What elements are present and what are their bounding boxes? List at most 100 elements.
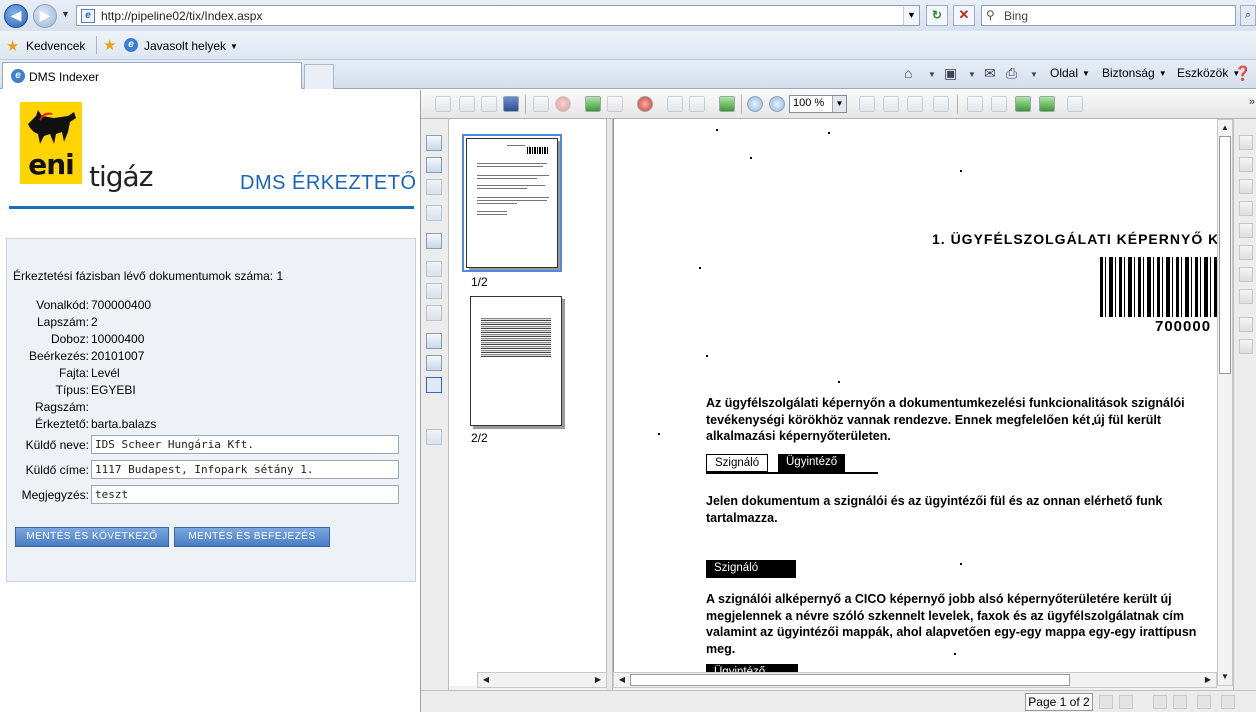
pen-icon[interactable] [1239, 179, 1253, 194]
favorites-star-icon[interactable]: ★ [6, 37, 19, 55]
approve-icon[interactable] [585, 96, 601, 112]
save-and-next-button[interactable]: MENTÉS ÉS KÖVETKEZŐ [15, 527, 169, 547]
text-view-icon[interactable] [426, 305, 442, 321]
page-layout-icon[interactable] [426, 233, 442, 249]
export-pages-icon[interactable] [426, 157, 442, 173]
select-region-icon[interactable] [426, 377, 442, 393]
address-input[interactable]: e http://pipeline02/tix/Index.aspx ▼ [76, 5, 920, 26]
rotate-icon[interactable] [689, 96, 705, 112]
redact-icon[interactable] [1239, 289, 1253, 304]
facing-icon[interactable] [1197, 695, 1211, 709]
annotate-icon[interactable] [1239, 135, 1253, 150]
field-kind: Fajta: Levél [7, 366, 407, 382]
refresh-icon[interactable]: ↻ [926, 5, 948, 26]
hand-tool-icon[interactable] [1099, 695, 1113, 709]
cut-icon[interactable] [533, 96, 549, 112]
annotation-icon[interactable] [667, 96, 683, 112]
zoom-in-icon[interactable] [747, 96, 763, 112]
cancel-icon[interactable] [637, 96, 653, 112]
field-value: 700000400 [91, 298, 152, 312]
open-icon[interactable] [459, 96, 475, 112]
feeds-icon[interactable]: ▣ [944, 65, 957, 82]
suggested-sites-link[interactable]: Javasolt helyek ▼ [144, 39, 238, 53]
back-arrow-icon[interactable]: ◀ [4, 4, 28, 28]
new-tab-button[interactable] [304, 64, 334, 89]
settings-icon[interactable] [426, 205, 442, 221]
highlight-icon[interactable] [426, 355, 442, 371]
zoom-out-icon[interactable] [769, 96, 785, 112]
single-page-icon[interactable] [1153, 695, 1167, 709]
document-info-icon[interactable] [1067, 96, 1083, 112]
delete-icon[interactable] [555, 96, 571, 112]
sender-name-row: Küldő neve: [7, 435, 407, 455]
fit-width-icon[interactable] [883, 96, 899, 112]
line-tool-icon[interactable] [1239, 245, 1253, 260]
field-value: 20101007 [91, 349, 145, 363]
stop-icon[interactable]: ✕ [953, 5, 975, 26]
stamp-icon[interactable] [607, 96, 623, 112]
thumbnail-page-2[interactable] [470, 296, 562, 426]
save-icon[interactable] [503, 96, 519, 112]
thumbnail-label: 2/2 [471, 431, 488, 445]
detail-view-icon[interactable] [426, 283, 442, 299]
thumbnail-page-1[interactable] [462, 134, 562, 272]
address-dropdown-icon[interactable]: ▼ [903, 6, 919, 25]
toolbar-overflow-icon[interactable]: » [1249, 96, 1255, 108]
print-icon[interactable]: ⎙ [1006, 65, 1017, 82]
document-viewer: 100 % ▼ » 1/2 2/2 ◀ ▶ 1. ÜGYFÉLSZOLGÁLAT… [420, 90, 1256, 712]
zoom-dropdown-icon[interactable]: ▼ [832, 96, 846, 112]
help-icon[interactable]: ❓ [1234, 65, 1251, 82]
add-favorite-icon[interactable]: ★ [103, 36, 116, 54]
mail-icon[interactable]: ✉ [984, 65, 996, 82]
export-icon[interactable] [719, 96, 735, 112]
attachment-icon[interactable] [1239, 339, 1253, 354]
zoom-select[interactable]: 100 % ▼ [789, 95, 847, 113]
horizontal-scroll-thumb[interactable] [630, 674, 1070, 686]
properties-icon[interactable] [933, 96, 949, 112]
tools-menu[interactable]: Eszközök ▼ [1177, 66, 1240, 80]
last-page-icon[interactable] [1039, 96, 1055, 112]
list-view-icon[interactable] [426, 261, 442, 277]
next-page-icon[interactable] [1015, 96, 1031, 112]
clipboard-icon[interactable] [426, 429, 442, 445]
prev-page-icon[interactable] [991, 96, 1007, 112]
image-tool-icon[interactable] [1239, 317, 1253, 332]
merge-icon[interactable] [426, 179, 442, 195]
sender-address-input[interactable] [91, 460, 399, 479]
history-dropdown-icon[interactable]: ▼ [61, 9, 70, 19]
search-input[interactable]: ⚲ Bing [981, 5, 1236, 26]
new-icon[interactable] [435, 96, 451, 112]
select-tool-icon[interactable] [1119, 695, 1133, 709]
safety-menu[interactable]: Biztonság ▼ [1102, 66, 1167, 80]
page-vertical-scrollbar[interactable]: ▲ ▼ [1217, 119, 1233, 686]
save-and-finish-button[interactable]: MENTÉS ÉS BEFEJEZÉS [174, 527, 330, 547]
page-horizontal-scrollbar[interactable]: ◀ ▶ [613, 672, 1217, 688]
home-dropdown-icon[interactable]: ▼ [928, 70, 936, 79]
magnifier-icon[interactable] [426, 333, 442, 349]
tab-dms-indexer[interactable]: e DMS Indexer [2, 62, 302, 89]
continuous-icon[interactable] [1173, 695, 1187, 709]
text-tool-icon[interactable] [1239, 267, 1253, 282]
viewer-left-toolbar [421, 119, 449, 712]
stamp-tool-icon[interactable] [1239, 157, 1253, 172]
print-dropdown-icon[interactable]: ▼ [1030, 70, 1038, 79]
vertical-scroll-thumb[interactable] [1219, 136, 1231, 374]
highlighter-icon[interactable] [1239, 201, 1253, 216]
rotate-view-icon[interactable] [1221, 695, 1235, 709]
home-icon[interactable]: ⌂ [904, 65, 912, 81]
note-input[interactable] [91, 485, 399, 504]
import-icon[interactable] [426, 135, 442, 151]
feeds-dropdown-icon[interactable]: ▼ [968, 70, 976, 79]
favorites-button[interactable]: Kedvencek [26, 39, 85, 53]
note-tool-icon[interactable] [1239, 223, 1253, 238]
sender-name-input[interactable] [91, 435, 399, 454]
thumbnail-horizontal-scrollbar[interactable]: ◀ ▶ [477, 672, 607, 688]
first-page-icon[interactable] [967, 96, 983, 112]
fit-page-icon[interactable] [859, 96, 875, 112]
page-menu[interactable]: Oldal ▼ [1050, 66, 1090, 80]
copy-page-icon[interactable] [907, 96, 923, 112]
forward-arrow-icon[interactable]: ▶ [33, 4, 57, 28]
search-icon: ⚲ [986, 8, 995, 22]
search-go-icon[interactable]: ⌕ [1240, 5, 1256, 26]
scan-icon[interactable] [481, 96, 497, 112]
